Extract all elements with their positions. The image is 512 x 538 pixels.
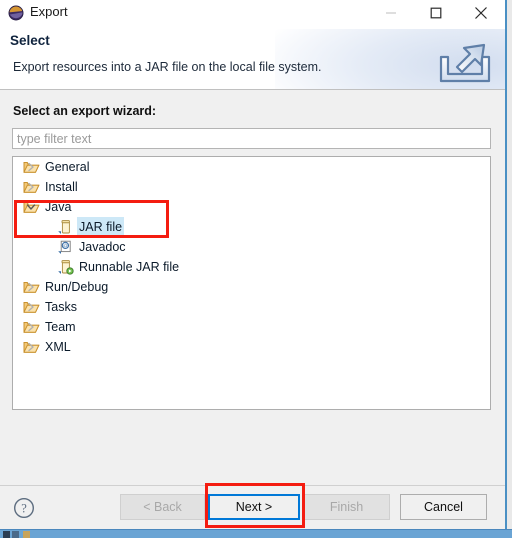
chevron-right-icon[interactable] (25, 337, 37, 357)
chevron-right-icon[interactable] (25, 157, 37, 177)
title-bar: Export (0, 0, 505, 29)
maximize-button[interactable] (413, 0, 458, 26)
minimize-button[interactable] (368, 0, 413, 26)
next-button[interactable]: Next > (208, 494, 300, 520)
tree-item-java[interactable]: Java (13, 197, 490, 217)
tree-item-label: Javadoc (79, 240, 126, 254)
export-arrow-icon (437, 33, 493, 85)
runnable-jar-icon (57, 259, 74, 275)
tree-item-general[interactable]: General (13, 157, 490, 177)
export-wizard-tree[interactable]: General Install Java JAR file @ Javadoc Runnab… (12, 156, 491, 410)
minimize-icon (385, 12, 396, 14)
taskbar (0, 529, 512, 538)
cancel-button[interactable]: Cancel (400, 494, 487, 520)
tree-item-label: Team (45, 320, 76, 334)
chevron-right-icon[interactable] (25, 177, 37, 197)
javadoc-icon: @ (57, 239, 74, 255)
tree-item-xml[interactable]: XML (13, 337, 490, 357)
tree-item-label: XML (45, 340, 71, 354)
tree-item-runnable-jar-file[interactable]: Runnable JAR file (13, 257, 490, 277)
eclipse-icon (8, 5, 24, 21)
window-title: Export (30, 4, 68, 19)
maximize-icon (430, 7, 441, 19)
desktop-background: Export Select Export resources into a JA… (0, 0, 512, 538)
page-description: Export resources into a JAR file on the … (13, 60, 322, 74)
select-wizard-label: Select an export wizard: (13, 104, 157, 118)
chevron-right-icon[interactable] (25, 277, 37, 297)
tree-item-team[interactable]: Team (13, 317, 490, 337)
tree-item-label: Install (45, 180, 78, 194)
tree-item-run-debug[interactable]: Run/Debug (13, 277, 490, 297)
tree-item-jar-file[interactable]: JAR file (13, 217, 490, 237)
dialog-body: Select an export wizard: General Install J… (0, 90, 505, 485)
filter-input[interactable] (12, 128, 491, 149)
help-question-icon[interactable]: ? (13, 497, 35, 519)
dialog-footer: ? < Back Next > Finish Cancel (0, 485, 505, 530)
tree-item-label: Tasks (45, 300, 77, 314)
export-dialog: Export Select Export resources into a JA… (0, 0, 507, 530)
tree-item-label: JAR file (77, 217, 125, 237)
taskbar-icon-1 (3, 531, 10, 538)
tree-item-label: Run/Debug (45, 280, 109, 294)
chevron-down-icon[interactable] (25, 197, 37, 217)
svg-text:?: ? (21, 502, 27, 516)
close-button[interactable] (458, 0, 503, 26)
taskbar-icon-2 (12, 531, 19, 538)
tree-item-install[interactable]: Install (13, 177, 490, 197)
page-title: Select (10, 33, 50, 48)
tree-item-tasks[interactable]: Tasks (13, 297, 490, 317)
tree-item-label: Runnable JAR file (79, 260, 180, 274)
tree-item-label: General (45, 160, 90, 174)
back-button[interactable]: < Back (120, 494, 205, 520)
chevron-right-icon[interactable] (25, 317, 37, 337)
chevron-right-icon[interactable] (25, 297, 37, 317)
tree-item-label: Java (45, 200, 72, 214)
close-icon (474, 7, 487, 19)
taskbar-icon-3 (23, 531, 30, 538)
jar-file-icon (57, 219, 74, 235)
tree-item-javadoc[interactable]: @ Javadoc (13, 237, 490, 257)
finish-button[interactable]: Finish (303, 494, 390, 520)
wizard-header: Select Export resources into a JAR file … (0, 29, 505, 90)
taskbar-icons (3, 531, 37, 538)
svg-text:@: @ (63, 243, 68, 248)
